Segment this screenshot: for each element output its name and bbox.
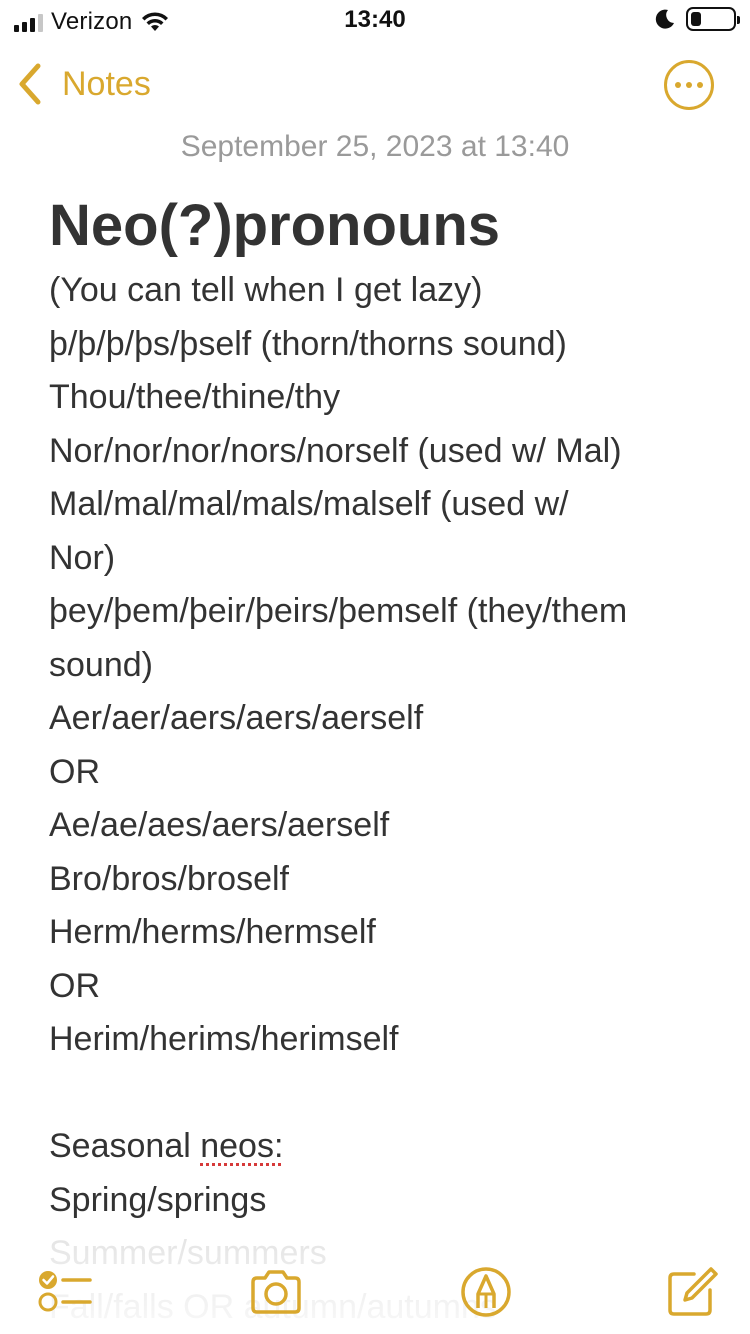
note-date: September 25, 2023 at 13:40 xyxy=(180,130,570,163)
do-not-disturb-moon-icon xyxy=(655,9,674,29)
compose-icon xyxy=(668,1267,718,1316)
camera-icon xyxy=(251,1270,301,1314)
checklist-icon xyxy=(38,1271,92,1312)
more-dots-icon xyxy=(675,82,681,88)
status-bar: Verizon 13:40 xyxy=(0,0,750,40)
status-right xyxy=(654,7,740,31)
status-time: 13:40 xyxy=(344,6,406,33)
note-line: Bro/bros/broself xyxy=(49,859,289,898)
note-line: OR xyxy=(49,966,100,1005)
markup-pen-icon xyxy=(461,1267,511,1317)
back-label: Notes xyxy=(62,64,151,103)
note-body[interactable]: Neo(?)pronouns (You can tell when I get … xyxy=(49,190,729,1334)
bottom-toolbar xyxy=(0,1256,750,1326)
note-line: þ/þ/þ/þs/þself (thorn/thorns sound) xyxy=(49,324,567,363)
note-line: Nor/nor/nor/nors/norself (used w/ Mal) xyxy=(49,431,622,470)
checklist-button[interactable] xyxy=(36,1264,92,1320)
camera-button[interactable] xyxy=(248,1264,304,1320)
more-options-button[interactable] xyxy=(664,60,714,110)
seasonal-prefix: Seasonal xyxy=(49,1127,201,1165)
note-line: þey/þem/þeir/þeirs/þemself (they/them xyxy=(49,592,628,630)
compose-button[interactable] xyxy=(664,1264,720,1320)
note-line: sound) xyxy=(49,645,153,684)
note-line: OR xyxy=(49,752,100,791)
back-to-notes-button[interactable]: Notes xyxy=(16,60,151,108)
note-line: Mal/mal/mal/mals/malself (used w/ xyxy=(49,485,569,523)
note-line: Thou/thee/thine/thy xyxy=(49,378,341,416)
note-line: Herim/herims/herimself xyxy=(49,1020,399,1058)
seasonal-heading-line: Seasonal neos: xyxy=(49,1120,729,1174)
battery-icon xyxy=(686,7,740,31)
note-line: Spring/springs xyxy=(49,1180,267,1219)
note-line: Nor) xyxy=(49,538,116,577)
chevron-left-icon xyxy=(19,63,41,105)
note-line: Aer/aer/aers/aers/aerself xyxy=(49,699,424,737)
note-line: Herm/herms/hermself xyxy=(49,913,376,951)
markup-button[interactable] xyxy=(458,1264,514,1320)
note-line: (You can tell when I get lazy) xyxy=(49,271,483,309)
note-line: Ae/ae/aes/aers/aerself xyxy=(49,806,390,844)
note-title: Neo(?)pronouns xyxy=(49,193,501,258)
misspelled-word: neos: xyxy=(200,1127,284,1165)
